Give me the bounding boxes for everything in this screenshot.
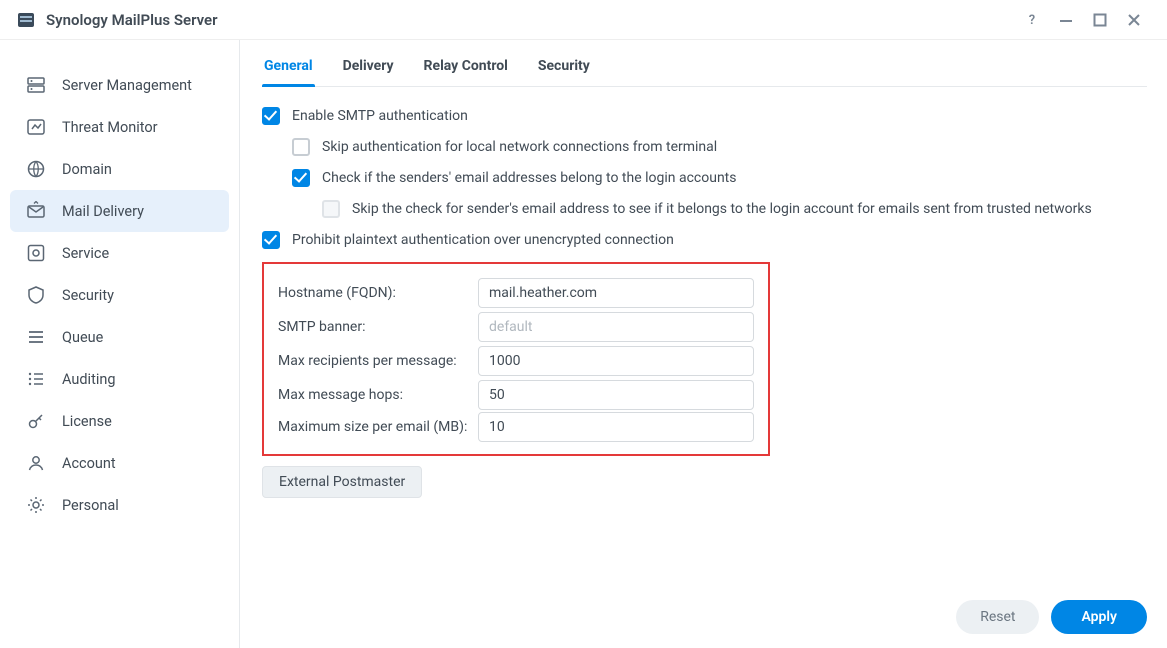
sidebar-item-label: Server Management [62,77,192,94]
tab-security[interactable]: Security [536,58,592,86]
sidebar-item-label: Account [62,455,116,472]
svg-text:?: ? [1029,13,1035,28]
sidebar-item-label: License [62,413,112,430]
checkbox-label: Check if the senders' email addresses be… [322,169,736,188]
button-label: External Postmaster [279,474,405,490]
footer: Reset Apply [262,592,1147,634]
banner-label: SMTP banner: [278,318,478,337]
banner-input[interactable] [478,312,754,342]
sidebar-item-threat-monitor[interactable]: Threat Monitor [10,106,229,148]
user-icon [24,451,48,475]
sidebar-item-label: Security [62,287,114,304]
sidebar-item-label: Auditing [62,371,116,388]
globe-icon [24,157,48,181]
checkbox-label: Skip the check for sender's email addres… [352,200,1092,219]
tab-label: Security [538,58,590,74]
highlighted-form-area: Hostname (FQDN): SMTP banner: Max recipi… [262,262,770,456]
tab-label: Delivery [343,58,394,74]
checkbox-label: Skip authentication for local network co… [322,138,717,157]
max-hops-input[interactable] [478,380,754,410]
sidebar-item-label: Personal [62,497,119,514]
list-icon [24,367,48,391]
sidebar-item-label: Threat Monitor [62,119,158,136]
tab-label: General [264,58,313,74]
sidebar: Server Management Threat Monitor Domain … [0,40,240,648]
checkbox-check-sender[interactable] [292,169,310,187]
button-label: Reset [980,609,1015,625]
tab-relay-control[interactable]: Relay Control [422,58,510,86]
close-icon[interactable] [1117,3,1151,37]
content: Enable SMTP authentication Skip authenti… [262,87,1147,592]
help-icon[interactable]: ? [1015,3,1049,37]
external-postmaster-button[interactable]: External Postmaster [262,466,422,498]
checkbox-skip-local[interactable] [292,138,310,156]
sidebar-item-mail-delivery[interactable]: Mail Delivery [10,190,229,232]
max-recipients-label: Max recipients per message: [278,352,478,371]
tabs: General Delivery Relay Control Security [262,58,1147,87]
checkbox-label: Prohibit plaintext authentication over u… [292,231,674,250]
hostname-label: Hostname (FQDN): [278,284,478,303]
shield-icon [24,283,48,307]
sidebar-item-account[interactable]: Account [10,442,229,484]
max-hops-label: Max message hops: [278,386,478,405]
window-title: Synology MailPlus Server [46,11,218,29]
reset-button[interactable]: Reset [956,600,1039,634]
sidebar-item-label: Mail Delivery [62,203,144,220]
checkbox-enable-smtp[interactable] [262,107,280,125]
sidebar-item-queue[interactable]: Queue [10,316,229,358]
max-recipients-input[interactable] [478,346,754,376]
service-icon [24,241,48,265]
key-icon [24,409,48,433]
apply-button[interactable]: Apply [1051,600,1147,634]
app-icon [16,10,36,30]
button-label: Apply [1081,609,1117,625]
sidebar-item-label: Queue [62,329,103,346]
server-icon [24,73,48,97]
max-size-input[interactable] [478,412,754,442]
sidebar-item-license[interactable]: License [10,400,229,442]
queue-icon [24,325,48,349]
sidebar-item-auditing[interactable]: Auditing [10,358,229,400]
tab-delivery[interactable]: Delivery [341,58,396,86]
max-size-label: Maximum size per email (MB): [278,412,478,437]
sidebar-item-security[interactable]: Security [10,274,229,316]
sidebar-item-service[interactable]: Service [10,232,229,274]
minimize-icon[interactable] [1049,3,1083,37]
sidebar-item-server-management[interactable]: Server Management [10,64,229,106]
sidebar-item-label: Service [62,245,109,262]
tab-label: Relay Control [424,58,508,74]
gear-icon [24,493,48,517]
titlebar: Synology MailPlus Server ? [0,0,1167,40]
checkbox-label: Enable SMTP authentication [292,107,468,126]
mail-out-icon [24,199,48,223]
sidebar-item-label: Domain [62,161,112,178]
sidebar-item-personal[interactable]: Personal [10,484,229,526]
checkbox-prohibit-plaintext[interactable] [262,231,280,249]
hostname-input[interactable] [478,278,754,308]
tab-general[interactable]: General [262,58,315,86]
sidebar-item-domain[interactable]: Domain [10,148,229,190]
checkbox-skip-check-trusted[interactable] [322,200,340,218]
dashboard-icon [24,115,48,139]
maximize-icon[interactable] [1083,3,1117,37]
